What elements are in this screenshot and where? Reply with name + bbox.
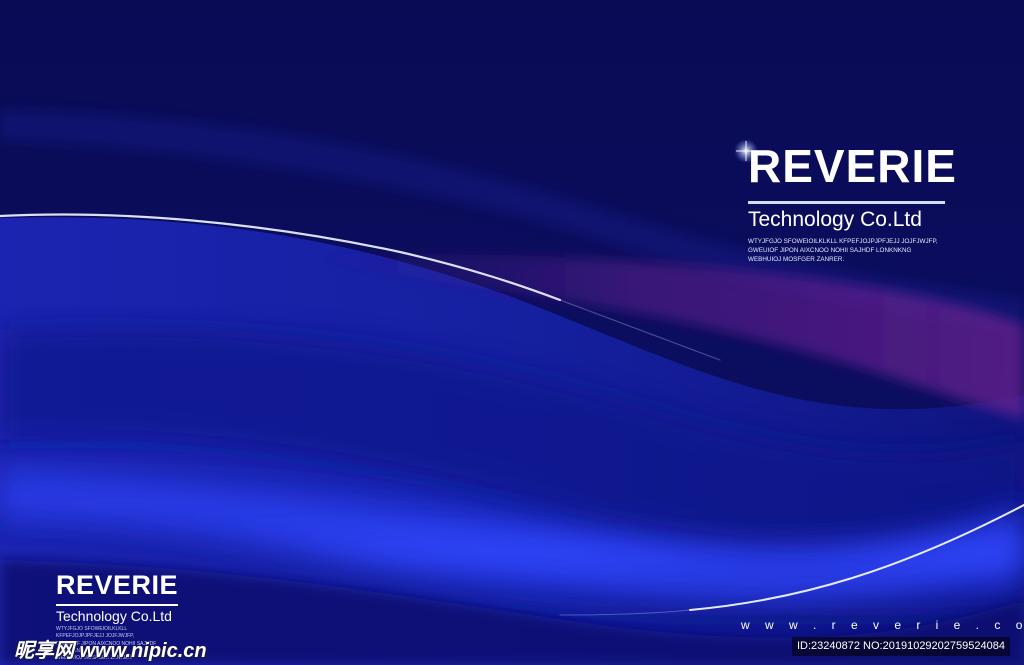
website-url: w w w . r e v e r i e . c o m . xyxy=(741,618,1024,632)
brand-subtitle: Technology Co.Ltd xyxy=(748,208,922,231)
cover-canvas: REVERIE Technology Co.Ltd WTYJFGJO SFOWE… xyxy=(0,0,1024,665)
brand-title: REVERIE xyxy=(748,140,957,192)
brand-divider xyxy=(748,201,945,204)
brand-divider-small xyxy=(56,604,178,606)
brand-subtitle-small: Technology Co.Ltd xyxy=(56,608,172,624)
brand-block-main: REVERIE Technology Co.Ltd WTYJFGJO SFOWE… xyxy=(748,143,968,264)
watermark-id-label: ID:23240872 NO:20191029202759524084 xyxy=(792,637,1010,656)
brand-fine-print: WTYJFGJO SFOWEIOILKLKLL KFPEFJOJPJPFJEJJ… xyxy=(748,238,938,264)
watermark-site-logo: 昵享网 www.nipic.cn xyxy=(14,640,207,662)
abstract-wave-background xyxy=(0,0,1024,665)
brand-title-small: REVERIE xyxy=(56,570,179,600)
